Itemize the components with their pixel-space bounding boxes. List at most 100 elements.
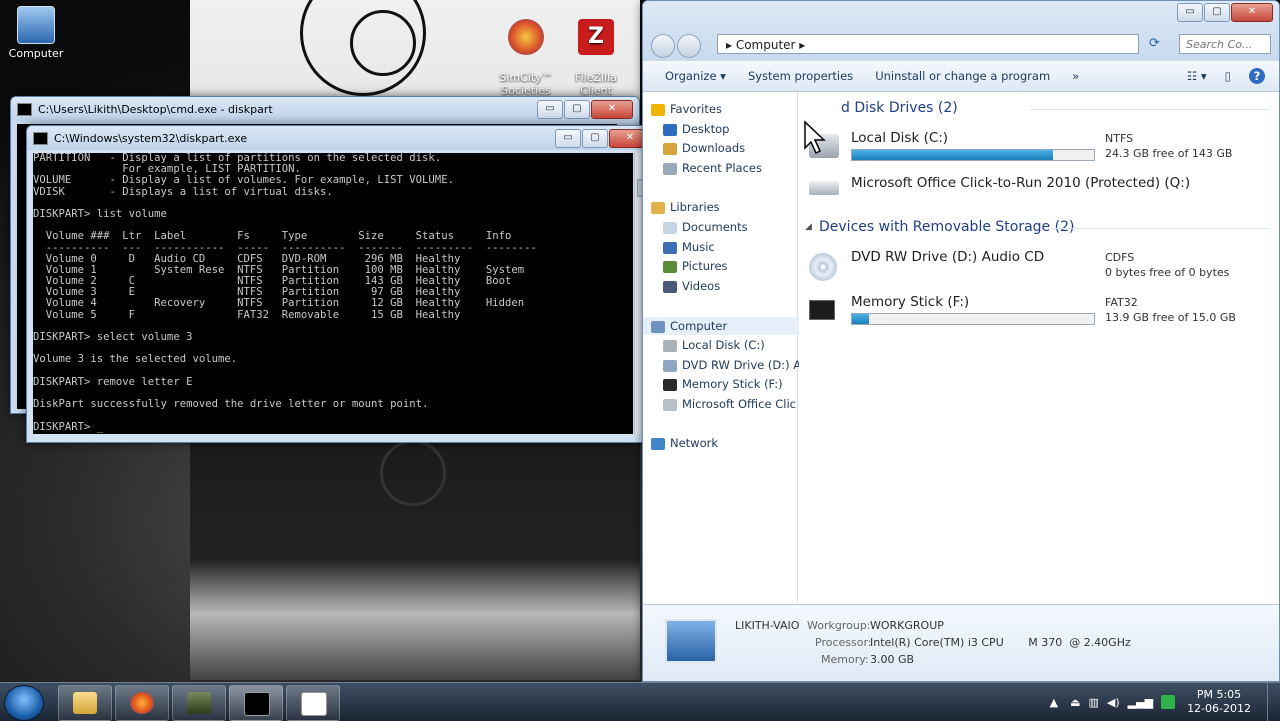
processor-value: Intel(R) Core(TM) i3 CPU M 370 @ 2.40GHz [870, 636, 1131, 649]
start-button[interactable] [4, 685, 44, 721]
drive-name: Memory Stick (F:) [851, 294, 970, 310]
close-button[interactable]: ✕ [1231, 3, 1273, 22]
back-button[interactable] [651, 34, 675, 58]
wallpaper-glow [190, 560, 640, 680]
office-drive-icon [663, 398, 677, 411]
volume-icon[interactable]: ◀) [1107, 696, 1120, 709]
drive-name: Microsoft Office Click-to-Run 2010 (Prot… [851, 175, 1191, 191]
office-drive-icon [809, 181, 839, 195]
maximize-button[interactable]: ▢ [1204, 3, 1230, 22]
diskpart-console[interactable]: PARTITION - Display a list of partitions… [33, 153, 633, 434]
drive-dvd-d[interactable]: DVD RW Drive (D:) Audio CD CDFS 0 bytes … [809, 249, 1269, 289]
minimize-button[interactable]: ▭ [537, 99, 563, 119]
nav-item-label: Videos [682, 279, 721, 293]
nav-item-favorites[interactable]: Favorites [643, 100, 805, 118]
drive-free-space: 0 bytes free of 0 bytes [1105, 266, 1230, 279]
forward-button[interactable] [677, 34, 701, 58]
maximize-button[interactable]: ▢ [582, 128, 608, 148]
address-bar[interactable]: ▸ Computer ▸ [717, 34, 1139, 54]
music-icon [663, 241, 677, 254]
taskbar-window-button[interactable] [286, 685, 340, 721]
nav-item-label: Network [670, 436, 719, 450]
nav-item-dvd-rw-drive-d-a[interactable]: DVD RW Drive (D:) A [643, 356, 817, 374]
clock-date: 12-06-2012 [1187, 702, 1251, 715]
organize-button[interactable]: Organize ▾ [665, 69, 726, 83]
minimize-button[interactable]: ▭ [1177, 3, 1203, 22]
memory-stick-icon [809, 300, 835, 320]
cmd-front-titlebar[interactable]: C:\Windows\system32\diskpart.exe ▭ ▢ ✕ [27, 126, 657, 150]
console-line: VOLUME - Display a list of volumes. For … [33, 174, 454, 187]
workgroup-value: WORKGROUP [870, 619, 944, 632]
maximize-button[interactable]: ▢ [564, 99, 590, 119]
drive-memory-stick-f[interactable]: Memory Stick (F:) FAT32 13.9 GB free of … [809, 294, 1269, 334]
clock[interactable]: PM 5:05 12-06-2012 [1187, 688, 1251, 716]
nav-item-local-disk-c[interactable]: Local Disk (C:) [643, 336, 817, 354]
taskbar-cmd-button[interactable] [229, 685, 283, 721]
view-options-icon[interactable]: ☷ ▾ [1187, 69, 1207, 83]
uninstall-program-button[interactable]: Uninstall or change a program [875, 69, 1050, 83]
collapse-arrow-icon[interactable]: ◢ [805, 222, 812, 232]
refresh-icon[interactable]: ⟳ [1149, 36, 1171, 54]
network-tray-icon[interactable]: ▥ [1089, 696, 1099, 709]
nav-item-label: Memory Stick (F:) [682, 377, 783, 391]
nav-item-label: DVD RW Drive (D:) A [682, 358, 802, 372]
close-button[interactable]: ✕ [591, 99, 633, 119]
signal-icon[interactable]: ▂▄▆ [1128, 696, 1153, 709]
nav-item-label: Local Disk (C:) [682, 338, 765, 352]
preview-pane-icon[interactable]: ▯ [1225, 69, 1231, 83]
libraries-icon [651, 201, 665, 214]
nav-item-videos[interactable]: Videos [643, 277, 817, 295]
desktop-icon-simcity[interactable]: SimCity™ Societies [490, 6, 562, 110]
taskbar-explorer-button[interactable] [58, 685, 112, 721]
nav-item-network[interactable]: Network [643, 434, 805, 452]
minimize-button[interactable]: ▭ [555, 128, 581, 148]
nav-item-recent-places[interactable]: Recent Places [643, 159, 817, 177]
nav-item-memory-stick-f[interactable]: Memory Stick (F:) [643, 375, 817, 393]
desktop-icon-filezilla[interactable]: Z FileZilla Client [560, 6, 632, 110]
battery-icon[interactable] [1161, 695, 1176, 709]
firefox-icon [130, 692, 154, 714]
console-line: ---------- --- ----------- ----- -------… [33, 241, 537, 254]
group-header-hard-disks[interactable]: d Disk Drives (2) [841, 100, 958, 116]
taskbar-firefox-button[interactable] [115, 685, 169, 721]
group-divider [1029, 109, 1269, 110]
cmd-back-title: C:\Users\Likith\Desktop\cmd.exe - diskpa… [38, 102, 273, 116]
nav-item-documents[interactable]: Documents [643, 218, 817, 236]
nav-item-libraries[interactable]: Libraries [643, 198, 805, 216]
console-line: DISKPART> _ [33, 420, 104, 433]
mouse-cursor-icon [804, 120, 826, 155]
show-hidden-icons-button[interactable]: ▲ [1050, 696, 1058, 709]
nav-item-pictures[interactable]: Pictures [643, 257, 817, 275]
wallpaper-swirl [350, 10, 416, 76]
navigation-pane[interactable]: Favorites Desktop Downloads Recent Places Li… [643, 92, 805, 602]
usb-icon[interactable]: ⏏ [1070, 696, 1080, 709]
cmd-back-titlebar[interactable]: C:\Users\Likith\Desktop\cmd.exe - diskpa… [11, 97, 639, 121]
computer-icon [651, 320, 665, 333]
system-properties-button[interactable]: System properties [748, 69, 853, 83]
desktop-icon-computer[interactable]: Computer [0, 6, 72, 60]
group-header-removable[interactable]: Devices with Removable Storage (2) [819, 219, 1074, 235]
filezilla-icon: Z [578, 19, 614, 55]
nav-item-desktop[interactable]: Desktop [643, 120, 817, 138]
explorer-window[interactable]: ▭ ▢ ✕ ▸ Computer ▸ ⟳ Search Co... Organi… [642, 0, 1280, 682]
console-line: Volume ### Ltr Label Fs Type Size Status… [33, 230, 512, 243]
simcity-icon [508, 19, 544, 55]
cmd-window-front[interactable]: C:\Windows\system32\diskpart.exe ▭ ▢ ✕ P… [26, 125, 658, 443]
nav-item-downloads[interactable]: Downloads [643, 139, 817, 157]
taskbar-app-button[interactable] [172, 685, 226, 721]
nav-item-music[interactable]: Music [643, 238, 817, 256]
nav-item-microsoft-office-clic[interactable]: Microsoft Office Clic [643, 395, 817, 413]
nav-item-label: Favorites [670, 102, 722, 116]
drive-local-disk-c[interactable]: Local Disk (C:) NTFS 24.3 GB free of 143… [809, 130, 1269, 170]
search-input[interactable]: Search Co... [1179, 34, 1271, 54]
drive-name: DVD RW Drive (D:) Audio CD [851, 249, 1045, 265]
more-commands-button[interactable]: » [1072, 69, 1079, 83]
help-icon[interactable]: ? [1249, 68, 1265, 84]
nav-item-computer[interactable]: Computer [643, 317, 805, 335]
drive-filesystem: FAT32 [1105, 296, 1138, 309]
drive-office-q[interactable]: Microsoft Office Click-to-Run 2010 (Prot… [809, 175, 1269, 215]
nav-item-label: Documents [682, 220, 748, 234]
console-line: Volume 5 F FAT32 Removable 15 GB Healthy [33, 308, 461, 321]
network-icon [651, 437, 665, 450]
show-desktop-button[interactable] [1267, 683, 1280, 721]
